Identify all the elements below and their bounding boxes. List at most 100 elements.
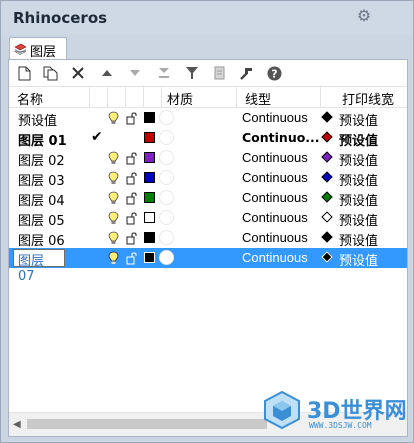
light-bulb-icon[interactable] <box>108 111 119 125</box>
layer-row[interactable]: 图层 05 Continuous 预设值 <box>9 208 407 229</box>
layer-name[interactable]: 图层 01 <box>18 130 67 149</box>
column-name[interactable]: 名称 <box>17 89 43 108</box>
layer-color-swatch[interactable] <box>144 172 155 183</box>
unlock-icon[interactable] <box>126 251 138 265</box>
layer-name-edit-field[interactable]: 图层 07 <box>13 249 65 284</box>
print-color-diamond[interactable] <box>321 211 333 223</box>
svg-text:?: ? <box>271 67 277 80</box>
layer-name[interactable]: 图层 02 <box>18 150 65 169</box>
layer-print-width[interactable]: 预设值 <box>339 110 378 129</box>
layer-linetype[interactable]: Continuous <box>242 170 308 185</box>
move-to-parent-icon[interactable] <box>155 64 173 82</box>
layer-row[interactable]: 图层 01 ✔ Continuo... 预设值 <box>9 128 407 149</box>
new-layer-icon[interactable] <box>15 64 33 82</box>
layer-row[interactable]: 图层 06 Continuous 预设值 <box>9 228 407 249</box>
light-bulb-icon[interactable] <box>108 211 119 225</box>
watermark-url: WWW.3DSJW.COM <box>309 421 372 430</box>
layer-print-width[interactable]: 预设值 <box>339 210 378 229</box>
layer-color-swatch[interactable] <box>144 192 155 203</box>
layer-color-swatch[interactable] <box>144 152 155 163</box>
material-icon[interactable] <box>159 110 174 125</box>
tab-layers[interactable]: 图层 <box>9 37 67 60</box>
column-print-width[interactable]: 打印线宽 <box>342 89 394 108</box>
layer-print-width[interactable]: 预设值 <box>339 250 378 269</box>
light-bulb-icon[interactable] <box>108 251 119 265</box>
title-bar[interactable]: Rhinoceros ⚙ <box>1 1 413 35</box>
material-icon[interactable] <box>159 150 174 165</box>
layer-list: 预设值 Continuous 预设值 图层 01 ✔ Continuo... 预… <box>9 108 407 284</box>
filter-icon[interactable] <box>183 64 201 82</box>
move-down-icon[interactable] <box>126 64 144 82</box>
unlock-icon[interactable] <box>126 191 138 205</box>
unlock-icon[interactable] <box>126 231 138 245</box>
layer-color-swatch[interactable] <box>144 112 155 123</box>
print-color-diamond[interactable] <box>321 111 333 123</box>
layer-print-width[interactable]: 预设值 <box>339 230 378 249</box>
layer-linetype[interactable]: Continuous <box>242 190 308 205</box>
scroll-thumb[interactable] <box>27 419 267 429</box>
column-material[interactable]: 材质 <box>167 89 193 108</box>
material-icon[interactable] <box>159 170 174 185</box>
unlock-icon[interactable] <box>126 111 138 125</box>
print-color-diamond[interactable] <box>321 131 333 143</box>
layer-print-width[interactable]: 预设值 <box>339 150 378 169</box>
unlock-icon[interactable] <box>126 211 138 225</box>
layer-name[interactable]: 图层 05 <box>18 210 65 229</box>
layer-print-width[interactable]: 预设值 <box>339 190 378 209</box>
layer-linetype[interactable]: Continuous <box>242 230 308 245</box>
print-color-diamond[interactable] <box>321 151 333 163</box>
layer-row[interactable]: 图层 03 Continuous 预设值 <box>9 168 407 189</box>
layer-color-swatch[interactable] <box>144 232 155 243</box>
layer-row-selected[interactable]: 图层 07 Continuous 预设值 <box>9 248 407 284</box>
layer-name[interactable]: 图层 03 <box>18 170 65 189</box>
layer-row[interactable]: 图层 04 Continuous 预设值 <box>9 188 407 209</box>
layer-linetype[interactable]: Continuous <box>242 150 308 165</box>
layer-name[interactable]: 图层 06 <box>18 230 65 249</box>
cube-logo-icon <box>264 390 300 430</box>
material-icon[interactable] <box>159 190 174 205</box>
print-color-diamond[interactable] <box>321 171 333 183</box>
layer-row[interactable]: 图层 02 Continuous 预设值 <box>9 148 407 169</box>
column-divider <box>107 87 108 107</box>
delete-icon[interactable] <box>69 64 87 82</box>
current-layer-check-icon[interactable]: ✔ <box>91 129 103 145</box>
layer-linetype[interactable]: Continuous <box>242 210 308 225</box>
light-bulb-icon[interactable] <box>108 171 119 185</box>
tools-icon[interactable] <box>237 64 255 82</box>
material-icon[interactable] <box>159 230 174 245</box>
column-linetype[interactable]: 线型 <box>245 89 271 108</box>
layer-color-swatch[interactable] <box>144 252 155 263</box>
column-divider <box>89 87 90 107</box>
column-divider <box>125 87 126 107</box>
material-icon[interactable] <box>159 130 174 145</box>
print-color-diamond[interactable] <box>321 191 333 203</box>
layer-row[interactable]: 预设值 Continuous 预设值 <box>9 108 407 129</box>
layer-color-swatch[interactable] <box>144 212 155 223</box>
material-icon[interactable] <box>159 250 174 265</box>
new-sublayer-icon[interactable] <box>41 64 59 82</box>
layers-panel: ? 名称 材质 线型 打印线宽 预设值 Continuous 预设值 图层 01… <box>8 59 408 437</box>
light-bulb-icon[interactable] <box>108 151 119 165</box>
column-divider <box>161 87 162 107</box>
layer-name[interactable]: 图层 04 <box>18 190 65 209</box>
gear-icon[interactable]: ⚙ <box>355 8 373 26</box>
help-icon[interactable]: ? <box>265 64 283 82</box>
layer-name: 图层 07 <box>18 254 45 284</box>
layer-name[interactable]: 预设值 <box>18 110 57 129</box>
watermark: 3D世界网 WWW.3DSJW.COM <box>261 389 409 439</box>
print-color-diamond[interactable] <box>321 231 333 243</box>
layer-print-width[interactable]: 预设值 <box>339 130 378 149</box>
layer-color-swatch[interactable] <box>144 132 155 143</box>
light-bulb-icon[interactable] <box>108 191 119 205</box>
document-icon[interactable] <box>210 64 228 82</box>
light-bulb-icon[interactable] <box>108 231 119 245</box>
layer-linetype[interactable]: Continuous <box>242 110 308 125</box>
layer-linetype[interactable]: Continuous <box>242 250 308 265</box>
scroll-left-arrow-icon[interactable]: ◀ <box>13 419 23 431</box>
unlock-icon[interactable] <box>126 151 138 165</box>
move-up-icon[interactable] <box>98 64 116 82</box>
layer-print-width[interactable]: 预设值 <box>339 170 378 189</box>
material-icon[interactable] <box>159 210 174 225</box>
unlock-icon[interactable] <box>126 171 138 185</box>
layer-linetype[interactable]: Continuo... <box>242 130 320 145</box>
